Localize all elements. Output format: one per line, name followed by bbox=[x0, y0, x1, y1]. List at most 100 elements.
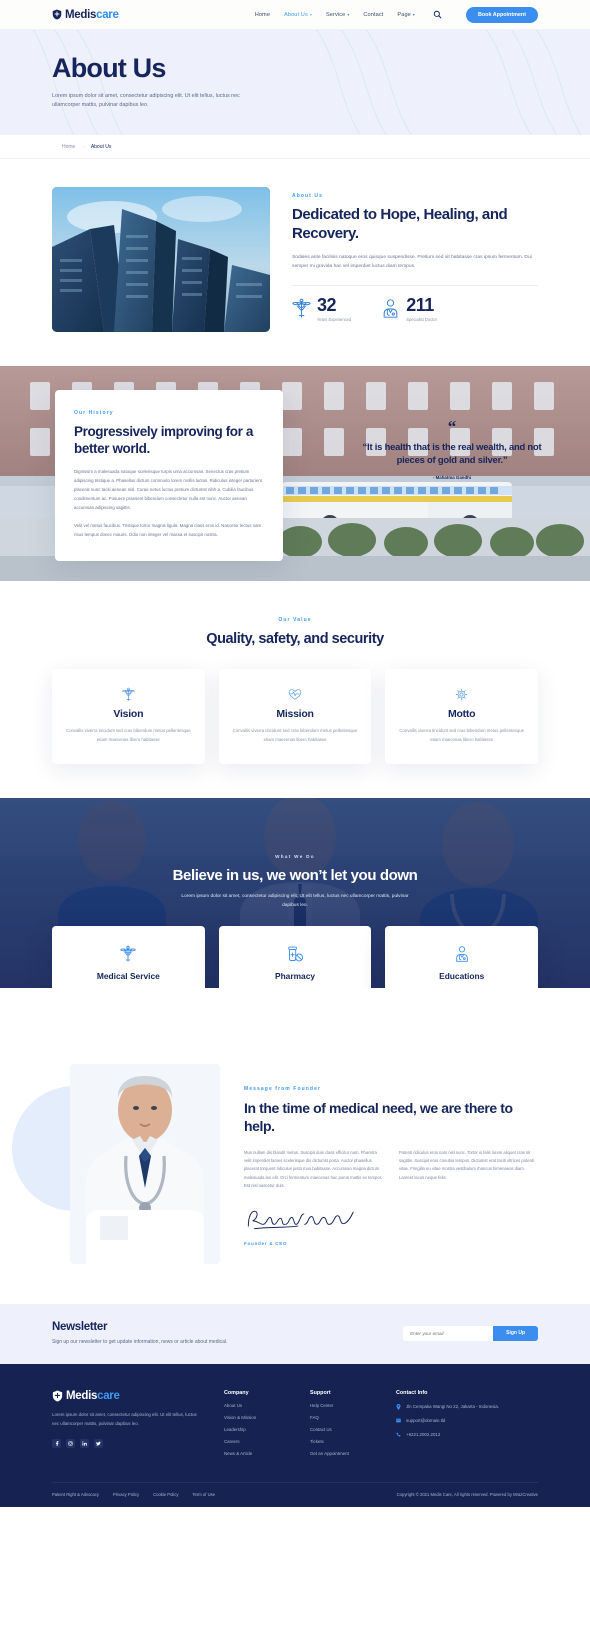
value-heading: Quality, safety, and security bbox=[206, 631, 384, 647]
service-card-title: Educations bbox=[439, 971, 485, 982]
footer-column-company: Company About Us Vision & Mission Leader… bbox=[224, 1390, 288, 1456]
founder-heading: In the time of medical need, we are ther… bbox=[244, 1100, 513, 1135]
founder-content: Message from Founder In the time of medi… bbox=[244, 1064, 538, 1264]
founder-columns: Mus nullam dis blandit metus. Suscipit d… bbox=[244, 1149, 538, 1191]
footer-link-get-appointment[interactable]: Get an Appointment bbox=[310, 1451, 374, 1456]
footer-logo[interactable]: Mediscare bbox=[52, 1390, 202, 1402]
footer-phone[interactable]: +6221.2002.2012 bbox=[396, 1431, 538, 1438]
breadcrumb-home[interactable]: Home bbox=[62, 144, 75, 150]
search-icon[interactable] bbox=[433, 10, 442, 19]
phone-icon bbox=[396, 1432, 401, 1437]
what-we-do-subtitle: Lorem ipsum dolor sit amet, consectetur … bbox=[181, 894, 409, 909]
main-nav: Home About Us ▾ Service ▾ Contact Page ▾ Bo… bbox=[255, 6, 538, 23]
facebook-icon[interactable] bbox=[52, 1439, 61, 1449]
footer-column-heading: Company bbox=[224, 1390, 249, 1397]
footer-link-contact-us[interactable]: Contact Us bbox=[310, 1427, 374, 1432]
value-card-motto[interactable]: Motto Convallis viverra tincidunt sed cr… bbox=[385, 669, 539, 765]
value-card-text: Convallis viverra tincidunt sed cras bib… bbox=[399, 728, 525, 742]
stat-label: Specialist Doctor bbox=[406, 316, 437, 322]
envelope-icon bbox=[396, 1418, 401, 1423]
linkedin-icon[interactable] bbox=[80, 1439, 89, 1449]
service-card-pharmacy[interactable]: Pharmacy Lorem ipsum dolor sit amet cons… bbox=[218, 926, 372, 989]
history-paragraph-2: Velit vel metus faucibus. Tristique tort… bbox=[74, 522, 262, 537]
footer-link-vision-mission[interactable]: Vision & Mission bbox=[224, 1415, 288, 1420]
chevron-down-icon: ▾ bbox=[309, 12, 312, 17]
value-card-mission[interactable]: Mission Convallis viverra tincidunt sed … bbox=[218, 669, 372, 765]
footer-email-text: support@domain.tld bbox=[406, 1418, 446, 1424]
legal-link-patient-right[interactable]: Patient Right & Advocacy bbox=[52, 1492, 99, 1497]
service-card-text: Lorem ipsum dolor sit amet consectetur a… bbox=[64, 987, 193, 988]
nav-item-service[interactable]: Service ▾ bbox=[326, 12, 349, 18]
book-appointment-button[interactable]: Book Appointment bbox=[465, 6, 538, 23]
history-eyebrow: Our History bbox=[74, 410, 114, 416]
footer-link-leadership[interactable]: Leadership bbox=[224, 1427, 288, 1432]
footer-column-heading: Contact Info bbox=[396, 1390, 428, 1397]
service-card-text: Lorem ipsum dolor sit amet consectetur a… bbox=[231, 987, 360, 988]
about-eyebrow: About Us bbox=[292, 193, 324, 199]
legal-link-privacy-policy[interactable]: Privacy Policy bbox=[113, 1492, 139, 1497]
founder-paragraph-1: Mus nullam dis blandit metus. Suscipit d… bbox=[244, 1149, 383, 1189]
about-stats: 32 Years Experienced 211 Specialist Doct… bbox=[292, 296, 538, 322]
nav-item-about-us[interactable]: About Us ▾ bbox=[284, 12, 312, 18]
newsletter-signup-button[interactable]: Sign Up bbox=[493, 1325, 538, 1341]
legal-link-cookie-policy[interactable]: Cookie Policy bbox=[153, 1492, 178, 1497]
quote-text: “It is health that is the real wealth, a… bbox=[362, 441, 542, 466]
footer-email[interactable]: support@domain.tld bbox=[396, 1417, 538, 1424]
caduceus-icon bbox=[64, 944, 193, 964]
footer-link-about-us[interactable]: About Us bbox=[224, 1403, 288, 1408]
legal-link-term-of-use[interactable]: Term of Use bbox=[192, 1492, 215, 1497]
footer-link-careers[interactable]: Careers bbox=[224, 1439, 288, 1444]
quote-block: “ “It is health that is the real wealth,… bbox=[352, 418, 552, 480]
breadcrumb: Home › About Us bbox=[0, 135, 590, 159]
site-logo[interactable]: Mediscare bbox=[52, 9, 119, 21]
founder-eyebrow: Message from Founder bbox=[244, 1086, 322, 1093]
footer-link-news-article[interactable]: News & Article bbox=[224, 1451, 288, 1456]
footer-address-text: Jln Cempaka Wangi No 22, Jakarta - Indon… bbox=[406, 1404, 500, 1410]
value-card-title: Vision bbox=[113, 708, 144, 720]
footer-phone-text: +6221.2002.2012 bbox=[406, 1432, 441, 1438]
what-we-do-section: What We Do Believe in us, we won’t let y… bbox=[0, 798, 590, 989]
newsletter-section: Newsletter Sign up our newsletter to get… bbox=[0, 1304, 590, 1365]
newsletter-text: Newsletter Sign up our newsletter to get… bbox=[52, 1321, 227, 1345]
stat-years-experienced: 32 Years Experienced bbox=[292, 296, 351, 322]
stat-label: Years Experienced bbox=[317, 316, 352, 322]
chevron-down-icon: ▾ bbox=[347, 12, 350, 17]
shield-plus-icon bbox=[52, 1390, 63, 1402]
nav-item-home[interactable]: Home bbox=[255, 12, 270, 18]
service-card-educations[interactable]: Educations Lorem ipsum dolor sit amet co… bbox=[385, 926, 539, 989]
about-divider bbox=[292, 284, 538, 286]
newsletter-title: Newsletter bbox=[52, 1321, 108, 1334]
history-section: “ “It is health that is the real wealth,… bbox=[0, 366, 590, 581]
value-cards: Vision Convallis viverra tincidunt sed c… bbox=[52, 669, 539, 765]
hero-banner: About Us Lorem ipsum dolor sit amet, con… bbox=[0, 30, 590, 135]
footer-contact-info: Contact Info Jln Cempaka Wangi No 22, Ja… bbox=[396, 1390, 538, 1456]
footer-column-heading: Support bbox=[310, 1390, 331, 1397]
quote-author: - Mahatma Gandhi bbox=[432, 474, 472, 480]
newsletter-email-input[interactable] bbox=[403, 1325, 494, 1341]
skyscraper-photo bbox=[52, 187, 270, 332]
value-card-text: Convallis viverra tincidunt sed cras bib… bbox=[65, 728, 191, 742]
founder-section: Message from Founder In the time of medi… bbox=[0, 1064, 590, 1265]
instagram-icon[interactable] bbox=[66, 1439, 75, 1449]
footer-link-help-center[interactable]: Help Center bbox=[310, 1403, 374, 1408]
founder-role: Founder & CEO bbox=[244, 1240, 288, 1246]
founder-portrait bbox=[70, 1064, 220, 1265]
location-pin-icon bbox=[396, 1403, 401, 1410]
value-card-vision[interactable]: Vision Convallis viverra tincidunt sed c… bbox=[52, 669, 205, 765]
footer-link-tickets[interactable]: Tickets bbox=[310, 1439, 374, 1444]
twitter-icon[interactable] bbox=[94, 1439, 103, 1449]
logo-text: Mediscare bbox=[65, 8, 119, 21]
doctor-icon bbox=[397, 944, 526, 964]
service-card-medical-service[interactable]: Medical Service Lorem ipsum dolor sit am… bbox=[52, 926, 205, 989]
nav-item-page[interactable]: Page ▾ bbox=[397, 12, 415, 18]
footer-link-faq[interactable]: FAQ bbox=[310, 1415, 374, 1420]
founder-photo bbox=[70, 1064, 220, 1265]
footer-about-text: Lorem ipsum dolor sit amet, consectetur … bbox=[52, 1412, 197, 1426]
footer-bottom: Patient Right & Advocacy Privacy Policy … bbox=[52, 1482, 538, 1507]
caduceus-icon bbox=[292, 298, 311, 318]
founder-paragraph-2: Potenti ridiculus eros nam nisl nunc. To… bbox=[399, 1149, 534, 1180]
stat-number: 32 bbox=[317, 294, 337, 315]
pills-bottle-icon bbox=[231, 944, 360, 964]
nav-item-contact[interactable]: Contact bbox=[363, 12, 383, 18]
about-heading: Dedicated to Hope, Healing, and Recovery… bbox=[292, 206, 508, 242]
